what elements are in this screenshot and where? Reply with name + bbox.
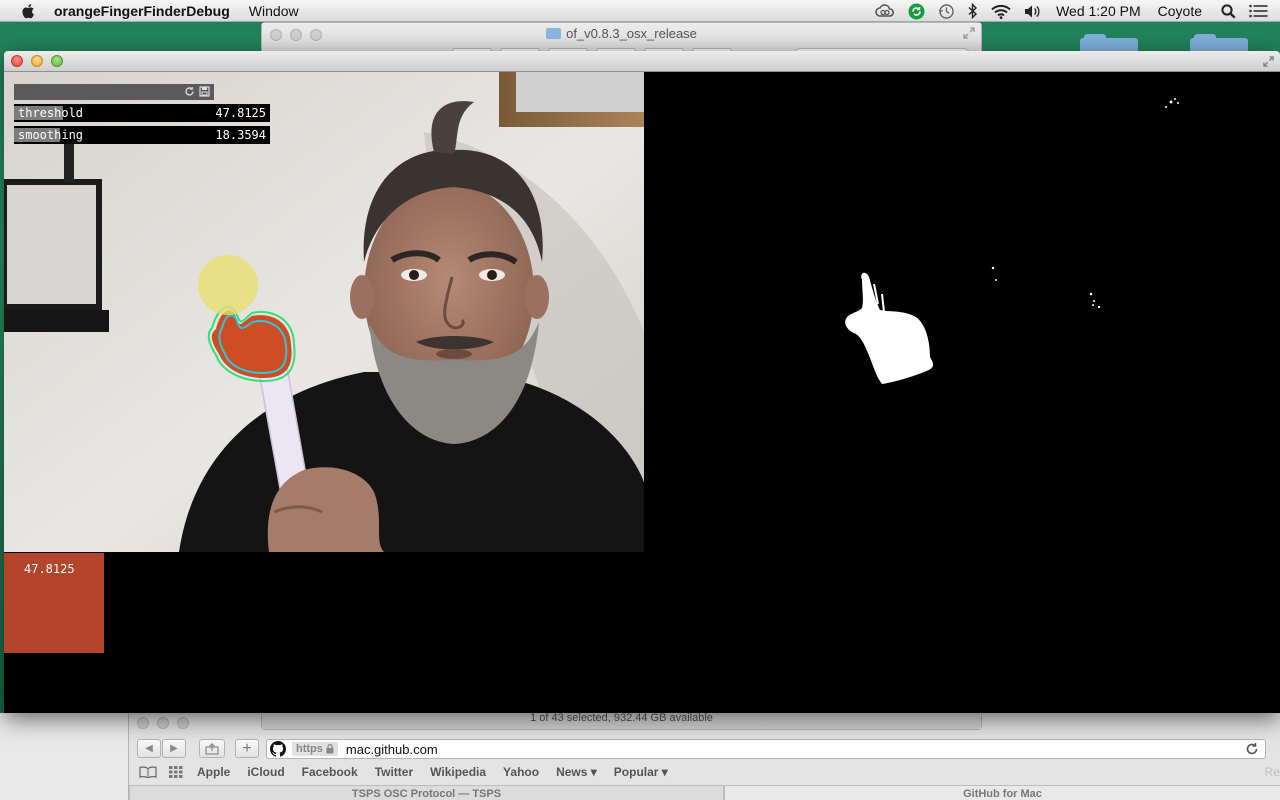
reload-icon[interactable]: [1245, 742, 1259, 756]
sync-icon[interactable]: [908, 0, 925, 22]
app-menu[interactable]: orangeFingerFinderDebug: [54, 3, 230, 19]
wifi-icon[interactable]: [991, 0, 1011, 22]
top-sites-icon[interactable]: [169, 766, 183, 778]
person-ear: [525, 275, 549, 319]
creative-cloud-icon[interactable]: [875, 0, 895, 22]
threshold-color-swatch: 47.8125: [4, 553, 104, 653]
whiteboard: [4, 179, 102, 310]
browser-window-controls: [137, 717, 189, 729]
mask-noise: [1177, 102, 1179, 104]
app-titlebar: [4, 51, 1280, 72]
browser-toolbar: ◀ ▶ + https mac.github.com Re: [129, 738, 1280, 779]
mask-noise: [1093, 300, 1095, 302]
github-icon: [270, 741, 286, 757]
mask-noise: [991, 266, 995, 270]
folder-icon: [546, 28, 562, 39]
user-menu[interactable]: Coyote: [1158, 3, 1202, 19]
threshold-value: 47.8125: [215, 106, 266, 120]
mask-noise: [995, 279, 997, 281]
panel-header[interactable]: [14, 84, 214, 100]
window-glass: [516, 72, 644, 112]
https-badge: https: [292, 742, 338, 756]
bookmarks-bar: Apple iCloud Facebook Twitter Wikipedia …: [129, 763, 1280, 781]
mask-noise: [1097, 305, 1101, 309]
browser-minimize-button[interactable]: [157, 717, 169, 729]
apple-menu-icon[interactable]: [20, 3, 38, 19]
reading-list-icon[interactable]: [139, 766, 157, 778]
background-window-edge: [0, 713, 128, 800]
mask-noise: [1169, 100, 1173, 104]
reload-settings-icon[interactable]: [184, 86, 195, 97]
spotlight-search-icon[interactable]: [1221, 0, 1236, 22]
fullscreen-icon[interactable]: [1263, 56, 1274, 67]
mask-noise: [1165, 106, 1167, 108]
mask-noise: [1092, 304, 1094, 306]
menubar-clock[interactable]: Wed 1:20 PM: [1056, 3, 1141, 19]
zoom-button[interactable]: [51, 55, 63, 67]
camera-feed: [4, 72, 644, 552]
fingertip-tracker: [198, 255, 258, 315]
back-button[interactable]: ◀: [137, 739, 161, 758]
browser-tab[interactable]: GitHub for Mac: [724, 785, 1280, 800]
finder-title: of_v0.8.3_osx_release: [262, 26, 981, 41]
threshold-label: threshold: [18, 106, 84, 120]
swatch-value: 47.8125: [24, 562, 75, 576]
mask-noise: [1174, 98, 1176, 100]
url-scheme: https: [296, 743, 323, 755]
bookmark-wikipedia[interactable]: Wikipedia: [430, 765, 486, 779]
parameter-panel: threshold 47.8125 smoothing 18.3594: [14, 84, 270, 144]
finder-title-text: of_v0.8.3_osx_release: [566, 26, 697, 41]
app-canvas: threshold 47.8125 smoothing 18.3594 47.8…: [4, 72, 1280, 713]
bookmark-yahoo[interactable]: Yahoo: [503, 765, 539, 779]
fullscreen-icon[interactable]: [963, 27, 975, 39]
bookmark-folder-popular[interactable]: Popular ▾: [614, 765, 668, 779]
address-bar[interactable]: https mac.github.com: [266, 739, 1266, 759]
forward-button[interactable]: ▶: [162, 739, 186, 758]
browser-tab[interactable]: TSPS OSC Protocol — TSPS: [129, 785, 724, 800]
browser-zoom-button[interactable]: [177, 717, 189, 729]
browser-close-button[interactable]: [137, 717, 149, 729]
mask-noise: [1089, 292, 1093, 296]
smoothing-label: smoothing: [18, 128, 84, 142]
app-window-controls: [11, 55, 63, 67]
time-machine-icon[interactable]: [938, 0, 955, 22]
bookmark-folder-news[interactable]: News ▾: [556, 765, 597, 779]
share-icon: [205, 742, 219, 755]
person-mouth: [436, 349, 472, 359]
mask-finger-blob: [845, 272, 934, 384]
minimize-button[interactable]: [31, 55, 43, 67]
person-pupil: [487, 270, 497, 280]
lock-icon: [326, 744, 334, 754]
notification-center-icon[interactable]: [1249, 0, 1268, 22]
share-button[interactable]: [199, 739, 225, 758]
volume-icon[interactable]: [1024, 0, 1042, 22]
url-host: mac.github.com: [345, 741, 438, 757]
bookmark-apple[interactable]: Apple: [197, 765, 230, 779]
window-menu[interactable]: Window: [249, 3, 299, 19]
bookmark-facebook[interactable]: Facebook: [302, 765, 358, 779]
new-tab-button[interactable]: +: [235, 739, 259, 758]
person-ear: [350, 275, 374, 319]
threshold-mask-view: [644, 72, 1280, 552]
threshold-slider[interactable]: threshold 47.8125: [14, 104, 270, 122]
save-settings-icon[interactable]: [199, 86, 210, 97]
smoothing-slider[interactable]: smoothing 18.3594: [14, 126, 270, 144]
browser-tab-bar: TSPS OSC Protocol — TSPS GitHub for Mac: [129, 784, 1280, 800]
app-window: threshold 47.8125 smoothing 18.3594 47.8…: [4, 51, 1280, 713]
bookmark-icloud[interactable]: iCloud: [247, 765, 284, 779]
menu-bar: orangeFingerFinderDebug Window Wed 1:20 …: [0, 0, 1280, 22]
close-button[interactable]: [11, 55, 23, 67]
bluetooth-icon[interactable]: [968, 0, 978, 22]
whiteboard-tray: [4, 310, 109, 332]
smoothing-value: 18.3594: [215, 128, 266, 142]
person-pupil: [409, 270, 419, 280]
bookmark-twitter[interactable]: Twitter: [375, 765, 413, 779]
whiteboard-stand: [64, 142, 74, 182]
